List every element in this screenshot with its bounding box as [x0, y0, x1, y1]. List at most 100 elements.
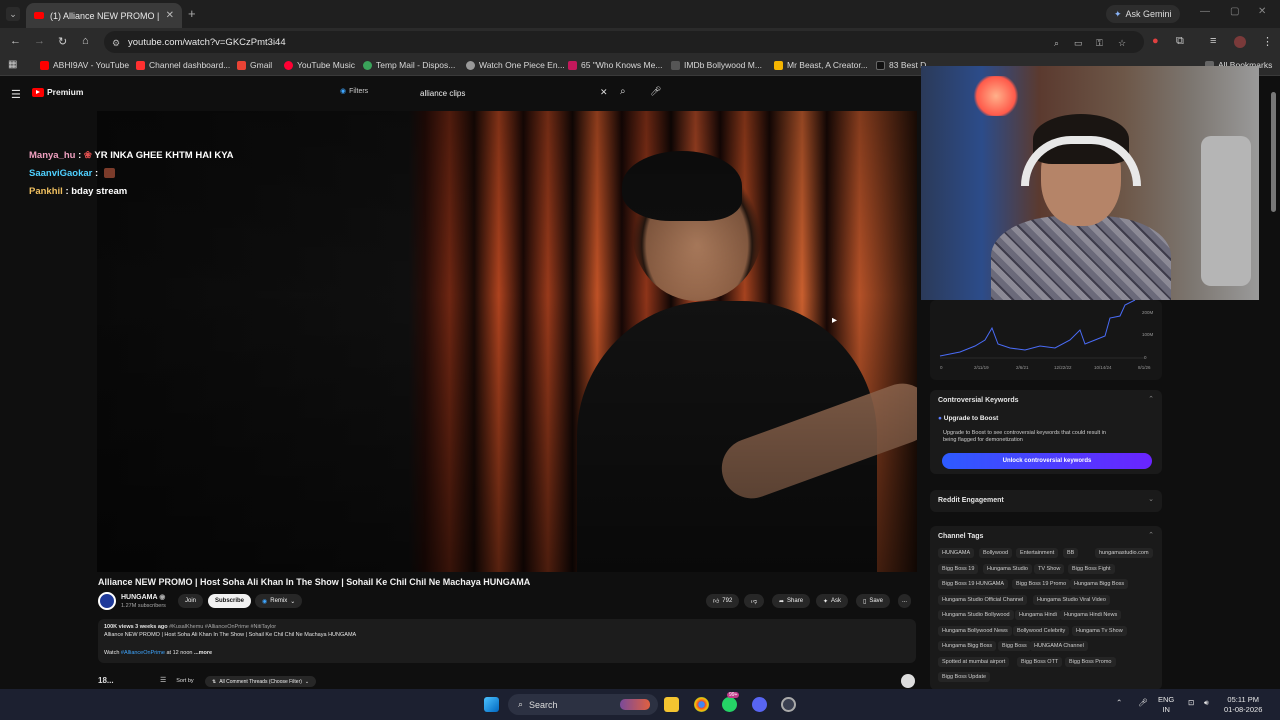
bookmark-item[interactable]: 65 "Who Knows Me... — [568, 60, 662, 70]
home-icon[interactable]: ⌂ — [82, 35, 89, 47]
active-tab[interactable]: (1) Alliance NEW PROMO | Host ✕ — [26, 3, 182, 28]
obs-icon[interactable] — [781, 697, 796, 712]
discord-icon[interactable] — [752, 697, 767, 712]
address-bar[interactable]: ⚙ youtube.com/watch?v=GKCzPmt3i44 ⌕ ▭ ⚿ … — [104, 31, 1144, 53]
bookmark-star-icon[interactable]: ☆ — [1118, 38, 1126, 49]
search-input[interactable]: alliance clips — [410, 84, 614, 102]
youtube-play-icon — [32, 87, 44, 97]
more-actions-button[interactable]: ... — [898, 594, 912, 608]
profile-avatar[interactable] — [1234, 36, 1246, 48]
tray-overflow-icon[interactable]: ⌃ — [1116, 698, 1122, 708]
clear-search-icon[interactable]: ✕ — [600, 87, 608, 98]
zoom-icon[interactable]: ⌕ — [1054, 38, 1059, 49]
comment-filter-dropdown[interactable]: ⇅ All Comment Threads (Choose Filter) ⌄ — [205, 676, 317, 687]
channel-tag: Bigg Boss 19 HUNGAMA — [938, 579, 1009, 589]
channel-avatar[interactable] — [98, 592, 116, 610]
channel-tag: Hungama Studio Official Channel — [938, 595, 1028, 605]
scrollbar-thumb[interactable] — [1271, 92, 1276, 212]
webcam-chair — [1201, 136, 1251, 286]
password-key-icon[interactable]: ⚿ — [1096, 38, 1103, 49]
bookmark-item[interactable]: YouTube Music — [284, 60, 355, 70]
video-description[interactable]: 100K views 3 weeks ago #KusalKhemu #Alli… — [98, 619, 916, 663]
remix-button[interactable]: ◉ Remix ⌄ — [255, 594, 303, 608]
windows-start-icon[interactable] — [484, 697, 499, 712]
tab-search-icon[interactable]: ⌄ — [6, 7, 20, 21]
ask-button[interactable]: ✦ Ask — [816, 594, 849, 608]
share-button[interactable]: ➦ Share — [772, 594, 811, 608]
cast-icon[interactable]: ▭ — [1074, 38, 1083, 49]
chevron-down-icon: ⌄ — [290, 598, 296, 605]
hashtag-link[interactable]: #AllianceOnPrime — [121, 650, 165, 656]
user-avatar[interactable] — [901, 674, 915, 688]
volume-icon[interactable]: 🔊︎ — [1204, 698, 1209, 708]
page-scrollbar[interactable] — [1271, 86, 1277, 686]
media-controls-icon[interactable]: ≡ — [1210, 35, 1216, 47]
channel-tag: Hungama Studio Viral Video — [1033, 595, 1110, 605]
filters-button[interactable]: ◉ Filters — [340, 87, 368, 96]
collapse-chevron-icon[interactable]: ⌃ — [1148, 531, 1154, 539]
youtube-logo[interactable]: Premium — [32, 87, 83, 97]
subscribe-button[interactable]: Subscribe — [208, 594, 252, 608]
controversial-keywords-card: Controversial Keywords ⌃ ● Upgrade to Bo… — [930, 390, 1162, 474]
bookmark-item[interactable]: IMDb Bollywood M... — [671, 60, 762, 70]
back-icon[interactable]: ← — [10, 35, 21, 47]
chat-text: bday stream — [71, 186, 128, 197]
thumbs-up-icon: 👍︎ — [713, 599, 720, 605]
dislike-button[interactable]: 👎︎ — [744, 594, 765, 608]
network-icon[interactable]: ⊡ — [1188, 698, 1194, 708]
channel-tag: Bigg Boss — [998, 641, 1031, 651]
whatsapp-icon[interactable] — [722, 697, 737, 712]
bookmark-item[interactable]: Gmail — [237, 60, 272, 70]
chrome-menu-icon[interactable]: ⋮ — [1262, 35, 1273, 48]
channel-tag: Bigg Boss Update — [938, 672, 991, 682]
apps-grid-icon[interactable]: ▦ — [8, 59, 17, 70]
extension-icon[interactable]: ● — [1152, 35, 1159, 47]
reload-icon[interactable]: ↻ — [58, 35, 67, 48]
ask-gemini-button[interactable]: ✦ Ask Gemini — [1106, 5, 1180, 23]
chrome-icon[interactable] — [694, 697, 709, 712]
clock[interactable]: 05:11 PM 01-08-2026 — [1224, 695, 1262, 715]
reddit-engagement-card[interactable]: Reddit Engagement ⌄ — [930, 490, 1162, 512]
new-tab-icon[interactable]: + — [188, 6, 196, 21]
desc-meta: 100K views 3 weeks ago #KusalKhemu #Alli… — [104, 624, 277, 630]
bookmark-item[interactable]: Temp Mail - Dispos... — [363, 60, 455, 70]
channel-name[interactable]: HUNGAMA ◉ — [121, 593, 165, 601]
views-line-chart — [939, 300, 1145, 359]
share-icon: ➦ — [779, 598, 785, 605]
bookmark-item[interactable]: Channel dashboard... — [136, 60, 230, 70]
bookmark-item[interactable]: Watch One Piece En... — [466, 60, 565, 70]
tab-close-icon[interactable]: ✕ — [166, 10, 174, 21]
x-tick: 12/22/22 — [1054, 365, 1072, 370]
card-title: Reddit Engagement — [938, 497, 1004, 504]
save-button[interactable]: ▯ Save — [856, 594, 890, 608]
file-explorer-icon[interactable] — [664, 697, 679, 712]
collapse-chevron-icon[interactable]: ⌃ — [1148, 395, 1154, 403]
maximize-icon[interactable]: ▢ — [1230, 6, 1239, 17]
expand-chevron-icon[interactable]: ⌄ — [1148, 495, 1154, 503]
video-player[interactable]: ▸ — [97, 111, 917, 572]
like-button[interactable]: 👍︎ 792 — [706, 594, 740, 608]
more-link[interactable]: ...more — [194, 650, 212, 656]
unlock-keywords-button[interactable]: Unlock controversial keywords — [942, 453, 1152, 469]
channel-tag: Hungama Studio Bollywood — [938, 610, 1014, 620]
language-indicator[interactable]: ENG IN — [1158, 695, 1174, 715]
taskbar-search[interactable]: ⌕ Search — [508, 694, 658, 715]
sort-by-button[interactable]: ☰ Sort by — [160, 676, 194, 684]
microphone-icon[interactable]: 🎤︎ — [650, 86, 661, 97]
site-info-icon[interactable]: ⚙ — [112, 38, 120, 49]
menu-hamburger-icon[interactable]: ☰ — [11, 88, 21, 101]
microphone-tray-icon[interactable]: 🎤︎ — [1138, 698, 1148, 708]
close-window-icon[interactable]: ✕ — [1258, 6, 1266, 17]
thumbs-down-icon: 👎︎ — [751, 599, 758, 605]
bookmark-item[interactable]: Mr Beast, A Creator... — [774, 60, 868, 70]
studio-icon — [136, 60, 145, 70]
extensions-puzzle-icon[interactable]: ⧉ — [1176, 35, 1184, 48]
minimize-icon[interactable]: — — [1200, 6, 1210, 17]
channel-tag: Hungama Bigg Boss — [1070, 579, 1129, 589]
comments-count: 18... — [98, 676, 114, 685]
channel-tag: TV Show — [1034, 564, 1065, 574]
bookmark-item[interactable]: ABHI9AV - YouTube — [40, 60, 129, 70]
join-button[interactable]: Join — [178, 594, 204, 608]
search-icon[interactable]: ⌕ — [620, 86, 626, 97]
forward-icon[interactable]: → — [34, 35, 45, 47]
